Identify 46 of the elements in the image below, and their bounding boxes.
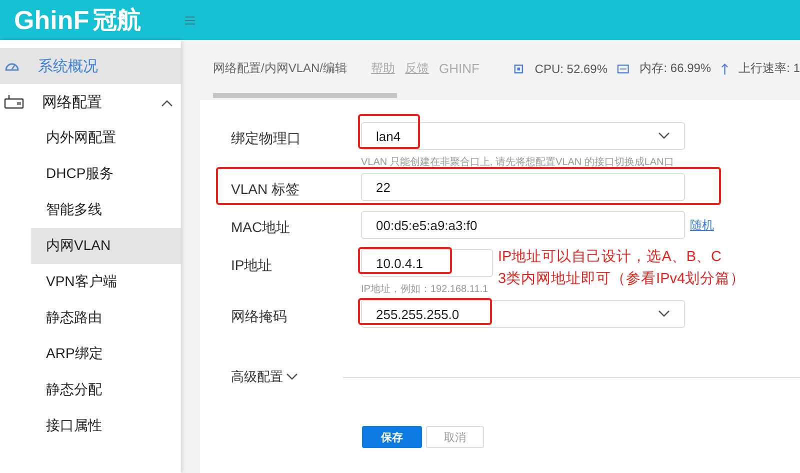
field-value: 00:d5:e5:a9:a3:f0 bbox=[376, 218, 478, 232]
up-arrow-icon bbox=[721, 62, 729, 74]
field-value: lan4 bbox=[376, 128, 401, 144]
submenu-item[interactable]: 智能多线 bbox=[31, 192, 181, 228]
router-icon bbox=[4, 94, 24, 110]
submenu-item[interactable]: 静态路由 bbox=[31, 300, 181, 336]
field-value: 10.0.4.1 bbox=[376, 256, 423, 270]
field-value: 22 bbox=[376, 180, 390, 194]
annotation-text: IP地址可以自己设计，选A、B、C 3类内网地址即可（参看IPv4划分篇） bbox=[498, 248, 746, 289]
chevron-icon bbox=[286, 373, 298, 381]
upload-rate: 上行速率: 1 bbox=[738, 60, 800, 77]
logo: GhinF冠航 bbox=[14, 4, 142, 36]
menu-icon[interactable] bbox=[185, 16, 196, 24]
field-label: MAC地址 bbox=[231, 219, 292, 237]
sidebar-item[interactable]: 网络配置 bbox=[0, 84, 181, 120]
brand-text: GHINF bbox=[439, 61, 480, 76]
field-label: 网络掩码 bbox=[231, 308, 288, 326]
submenu-item[interactable]: ARP绑定 bbox=[31, 336, 181, 372]
field-hint: VLAN 只能创建在非聚合口上, 请先将想配置VLAN 的接口切换成LAN口 bbox=[361, 156, 675, 168]
random-link[interactable]: 随机 bbox=[690, 216, 714, 234]
advanced-toggle[interactable]: 高级配置 bbox=[231, 368, 343, 386]
submenu-item[interactable]: 静态分配 bbox=[31, 372, 181, 408]
field-label: 绑定物理口 bbox=[231, 130, 302, 148]
select-field[interactable]: lan4 bbox=[361, 122, 685, 150]
field-hint: IP地址，例如：192.168.11.1 bbox=[361, 282, 490, 295]
input-field[interactable]: 22 bbox=[361, 173, 685, 201]
memory-usage: 内存: 66.99% bbox=[640, 60, 712, 77]
select-field[interactable]: 255.255.255.0 bbox=[361, 300, 685, 328]
submenu-item[interactable]: VPN客户端 bbox=[31, 264, 181, 300]
submenu-item[interactable]: DHCP服务 bbox=[31, 156, 181, 192]
submenu-item[interactable]: 内网VLAN bbox=[31, 228, 181, 264]
input-field[interactable]: 00:d5:e5:a9:a3:f0 bbox=[361, 211, 685, 239]
input-field[interactable]: 10.0.4.1 bbox=[361, 249, 493, 277]
save-button[interactable]: 保存 bbox=[362, 426, 422, 448]
field-label: IP地址 bbox=[231, 257, 274, 275]
field-value: 255.255.255.0 bbox=[376, 306, 460, 322]
chevron-icon bbox=[658, 132, 670, 140]
submenu-item[interactable]: 接口属性 bbox=[31, 408, 181, 444]
chevron-icon bbox=[658, 310, 670, 318]
cpu-usage: CPU: 52.69% bbox=[534, 62, 608, 76]
breadcrumb: 网络配置/内网VLAN/编辑 bbox=[213, 60, 348, 77]
chevron-icon bbox=[161, 98, 173, 106]
field-label: VLAN 标签 bbox=[231, 181, 300, 199]
memory-icon bbox=[617, 64, 630, 74]
chip-icon bbox=[513, 62, 525, 74]
submenu-item[interactable]: 内外网配置 bbox=[31, 120, 181, 156]
